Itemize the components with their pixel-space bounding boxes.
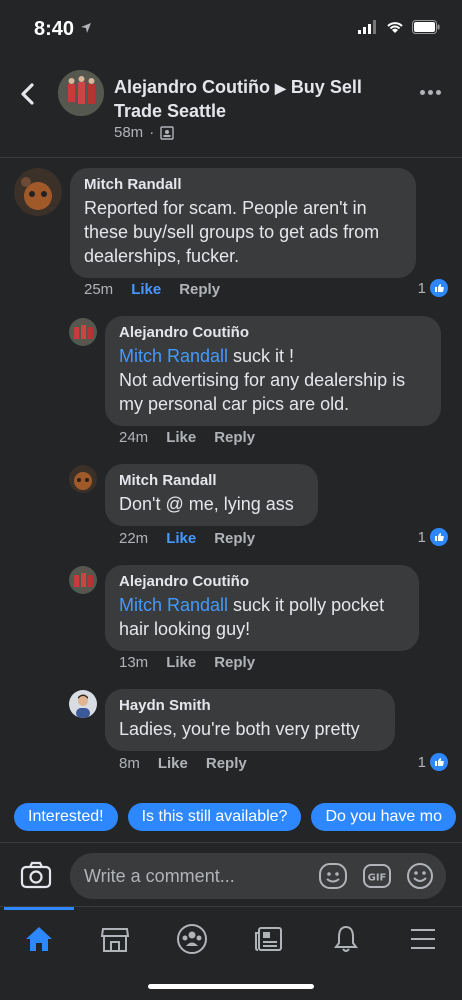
commenter-avatar[interactable]	[14, 168, 62, 216]
comment-time: 22m	[119, 530, 149, 547]
home-icon	[26, 927, 52, 951]
author-name[interactable]: Alejandro Coutiño	[114, 77, 270, 97]
comment-bubble[interactable]: Alejandro Coutiño Mitch Randall suck it …	[105, 565, 419, 651]
like-reaction-icon	[430, 753, 448, 771]
mention-link[interactable]: Mitch Randall	[119, 346, 228, 366]
comment-bubble[interactable]: Mitch Randall Don't @ me, lying ass	[105, 464, 318, 526]
avatar-sticker-icon[interactable]	[318, 862, 348, 890]
comment-text: Reported for scam. People aren't in thes…	[84, 198, 380, 266]
like-button[interactable]: Like	[131, 281, 161, 298]
comment-time: 8m	[119, 755, 140, 772]
tab-marketplace[interactable]	[95, 919, 135, 959]
like-button[interactable]: Like	[166, 429, 196, 446]
quick-reply-chips: Interested! Is this still available? Do …	[14, 803, 456, 831]
like-count: 1	[417, 753, 426, 771]
comment-actions: 13m Like Reply	[119, 654, 255, 671]
status-icons	[358, 20, 440, 34]
more-options-icon[interactable]	[420, 90, 444, 98]
comment-author[interactable]: Haydn Smith	[119, 697, 381, 714]
comment-actions: 24m Like Reply	[119, 429, 255, 446]
group-icon	[160, 125, 174, 140]
emoji-icon[interactable]	[406, 862, 434, 890]
bell-icon	[334, 925, 358, 952]
comment-author[interactable]: Alejandro Coutiño	[119, 573, 405, 590]
svg-text:GIF: GIF	[368, 873, 387, 884]
location-arrow-icon	[81, 23, 91, 33]
composer-icons: GIF	[318, 862, 434, 890]
reply-button[interactable]: Reply	[214, 530, 255, 547]
comment-time: 13m	[119, 654, 149, 671]
status-bar: 8:40	[0, 0, 462, 58]
reply-button[interactable]: Reply	[214, 429, 255, 446]
commenter-avatar[interactable]	[69, 318, 97, 346]
comment-text: Mitch Randall suck it polly pocket hair …	[119, 595, 385, 639]
comment-actions: 25m Like Reply	[84, 281, 220, 298]
post-time: 58m	[114, 124, 144, 141]
comment-composer: Write a comment... GIF	[0, 842, 462, 906]
like-button[interactable]: Like	[158, 755, 188, 772]
mention-link[interactable]: Mitch Randall	[119, 595, 228, 615]
tab-home[interactable]	[19, 919, 59, 959]
like-button[interactable]: Like	[166, 530, 196, 547]
comment-actions: 8m Like Reply	[119, 755, 247, 772]
arrow-icon: ▶	[275, 80, 286, 96]
reaction-count[interactable]: 1	[418, 528, 448, 546]
comment-text: Mitch Randall suck it ! Not advertising …	[119, 346, 406, 414]
like-button[interactable]: Like	[166, 654, 196, 671]
reaction-count[interactable]: 1	[418, 279, 448, 297]
wifi-icon	[387, 22, 403, 33]
reaction-count[interactable]: 1	[418, 753, 448, 771]
comment-author[interactable]: Alejandro Coutiño	[119, 324, 427, 341]
comment-bubble[interactable]: Mitch Randall Reported for scam. People …	[70, 168, 416, 278]
post-header: Alejandro Coutiño ▶ Buy Sell Trade Seatt…	[0, 58, 462, 158]
reply-button[interactable]: Reply	[214, 654, 255, 671]
author-avatar[interactable]	[58, 70, 104, 116]
menu-icon	[411, 929, 435, 949]
marketplace-icon	[100, 928, 130, 952]
post-meta: 58m ·	[114, 124, 174, 141]
like-reaction-icon	[430, 528, 448, 546]
comment-actions: 22m Like Reply	[119, 530, 255, 547]
like-count: 1	[417, 528, 426, 546]
home-indicator	[148, 984, 314, 989]
tab-menu[interactable]	[403, 919, 443, 959]
comment-placeholder: Write a comment...	[84, 866, 235, 886]
comment-text: Don't @ me, lying ass	[119, 494, 294, 514]
commenter-avatar[interactable]	[69, 465, 97, 493]
comment-time: 25m	[84, 281, 114, 298]
signal-icon	[358, 20, 376, 34]
gif-icon[interactable]: GIF	[362, 862, 392, 890]
chip-do-you-have[interactable]: Do you have mo	[311, 803, 456, 831]
chip-still-available[interactable]: Is this still available?	[127, 803, 302, 831]
reply-button[interactable]: Reply	[179, 281, 220, 298]
battery-icon	[412, 20, 440, 34]
chip-interested[interactable]: Interested!	[14, 803, 118, 831]
tab-groups[interactable]	[172, 919, 212, 959]
comment-input[interactable]: Write a comment... GIF	[70, 853, 446, 899]
status-time: 8:40	[34, 18, 75, 40]
comment-author[interactable]: Mitch Randall	[84, 176, 402, 193]
active-tab-indicator	[4, 907, 74, 910]
reply-button[interactable]: Reply	[206, 755, 247, 772]
post-title: Alejandro Coutiño ▶ Buy Sell Trade Seatt…	[114, 76, 404, 123]
comment-bubble[interactable]: Haydn Smith Ladies, you're both very pre…	[105, 689, 395, 751]
back-icon[interactable]	[14, 80, 42, 108]
comment-text: Ladies, you're both very pretty	[119, 719, 360, 739]
camera-icon[interactable]	[20, 861, 52, 889]
commenter-avatar[interactable]	[69, 690, 97, 718]
comment-time: 24m	[119, 429, 149, 446]
news-icon	[255, 927, 282, 951]
commenter-avatar[interactable]	[69, 566, 97, 594]
comment-author[interactable]: Mitch Randall	[119, 472, 304, 489]
tab-news[interactable]	[249, 919, 289, 959]
groups-icon	[177, 924, 207, 954]
tab-notifications[interactable]	[326, 919, 366, 959]
comment-bubble[interactable]: Alejandro Coutiño Mitch Randall suck it …	[105, 316, 441, 426]
like-reaction-icon	[430, 279, 448, 297]
like-count: 1	[417, 279, 426, 297]
